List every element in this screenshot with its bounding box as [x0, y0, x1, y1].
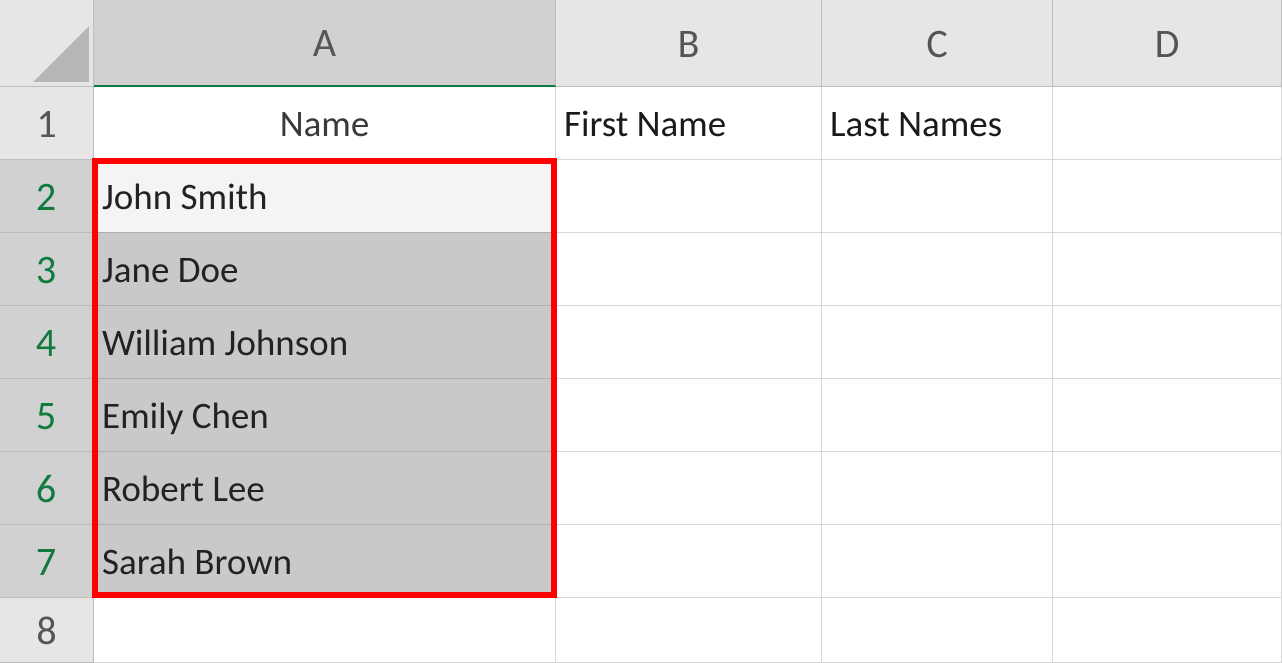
row-header-label: 8 — [36, 606, 56, 655]
cell-D5[interactable] — [1053, 379, 1282, 452]
row-header-8[interactable]: 8 — [0, 598, 94, 663]
cell-D7[interactable] — [1053, 525, 1282, 598]
cell-B6[interactable] — [556, 452, 822, 525]
cell-C3[interactable] — [822, 233, 1053, 306]
row-header-label: 1 — [36, 99, 56, 148]
row-header-2[interactable]: 2 — [0, 160, 94, 233]
cell-C1[interactable]: Last Names — [822, 87, 1053, 160]
cell-C2[interactable] — [822, 160, 1053, 233]
cell-B8[interactable] — [556, 598, 822, 663]
cell-D1[interactable] — [1053, 87, 1282, 160]
row-header-label: 4 — [36, 318, 56, 367]
cell-value: Name — [280, 101, 370, 146]
row-header-4[interactable]: 4 — [0, 306, 94, 379]
cell-value: Jane Doe — [102, 247, 238, 292]
cell-B4[interactable] — [556, 306, 822, 379]
grid[interactable]: A B C D 1 Name First Name Last Names 2 J… — [0, 0, 1282, 663]
col-header-B[interactable]: B — [556, 0, 822, 87]
cell-value: Last Names — [830, 101, 1002, 146]
row-header-7[interactable]: 7 — [0, 525, 94, 598]
row-header-label: 6 — [36, 464, 56, 513]
row-header-6[interactable]: 6 — [0, 452, 94, 525]
cell-value: John Smith — [102, 174, 267, 219]
col-header-D[interactable]: D — [1053, 0, 1282, 87]
cell-value: William Johnson — [102, 320, 348, 365]
cell-D2[interactable] — [1053, 160, 1282, 233]
cell-B2[interactable] — [556, 160, 822, 233]
cell-D8[interactable] — [1053, 598, 1282, 663]
cell-B7[interactable] — [556, 525, 822, 598]
col-header-C[interactable]: C — [822, 0, 1053, 87]
row-header-1[interactable]: 1 — [0, 87, 94, 160]
cell-A4[interactable]: William Johnson — [94, 306, 556, 379]
cell-A2[interactable]: John Smith — [94, 160, 556, 233]
col-header-A[interactable]: A — [94, 0, 556, 87]
cell-B1[interactable]: First Name — [556, 87, 822, 160]
cell-value: Sarah Brown — [102, 539, 292, 584]
cell-D6[interactable] — [1053, 452, 1282, 525]
cell-A5[interactable]: Emily Chen — [94, 379, 556, 452]
cell-D3[interactable] — [1053, 233, 1282, 306]
col-header-label: D — [1155, 19, 1180, 68]
cell-C7[interactable] — [822, 525, 1053, 598]
col-header-label: B — [678, 19, 700, 68]
cell-A6[interactable]: Robert Lee — [94, 452, 556, 525]
cell-C4[interactable] — [822, 306, 1053, 379]
row-header-5[interactable]: 5 — [0, 379, 94, 452]
cell-C5[interactable] — [822, 379, 1053, 452]
col-header-label: C — [926, 19, 947, 68]
cell-A3[interactable]: Jane Doe — [94, 233, 556, 306]
row-header-label: 7 — [36, 537, 56, 586]
row-header-3[interactable]: 3 — [0, 233, 94, 306]
cell-C6[interactable] — [822, 452, 1053, 525]
row-header-label: 3 — [36, 245, 56, 294]
cell-D4[interactable] — [1053, 306, 1282, 379]
row-header-label: 5 — [36, 391, 56, 440]
cell-B5[interactable] — [556, 379, 822, 452]
cell-A8[interactable] — [94, 598, 556, 663]
spreadsheet-view: A B C D 1 Name First Name Last Names 2 J… — [0, 0, 1282, 663]
cell-A1[interactable]: Name — [94, 87, 556, 160]
cell-value: Robert Lee — [102, 466, 265, 511]
select-all-corner[interactable] — [0, 0, 94, 87]
cell-A7[interactable]: Sarah Brown — [94, 525, 556, 598]
cell-value: First Name — [564, 101, 726, 146]
col-header-label: A — [313, 18, 336, 67]
row-header-label: 2 — [36, 172, 56, 221]
cell-value: Emily Chen — [102, 393, 269, 438]
cell-B3[interactable] — [556, 233, 822, 306]
cell-C8[interactable] — [822, 598, 1053, 663]
